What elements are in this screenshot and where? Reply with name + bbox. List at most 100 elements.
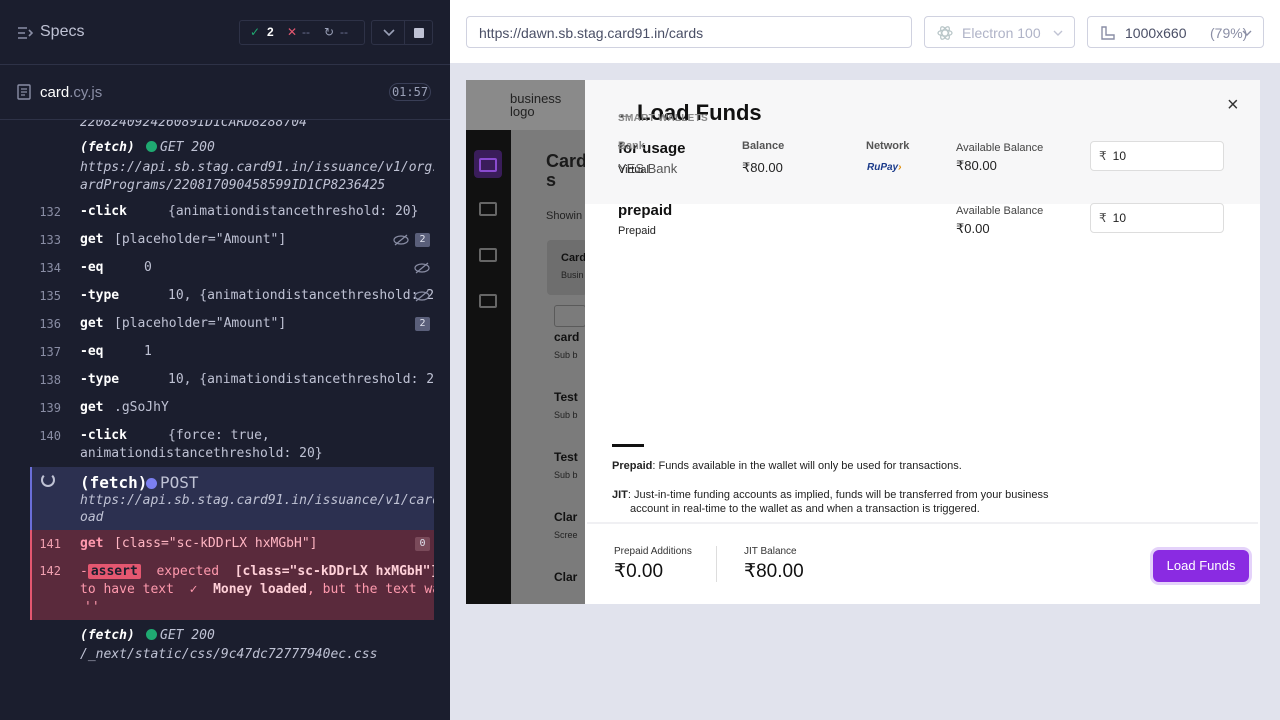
app-main-bg: Card s Showin Card Busin card Sub b Test Sub…	[511, 130, 587, 604]
command-row-138[interactable]: 138 -type 10, {animationdistancethreshold:…	[30, 372, 434, 396]
element-count-badge: 2	[415, 317, 430, 331]
browser-selector[interactable]: Electron 100	[924, 16, 1075, 48]
note-jit-text-2: account in real-time to the wallet as an…	[630, 503, 980, 515]
close-icon[interactable]: ×	[1227, 94, 1239, 117]
footer-divider	[716, 546, 717, 582]
command-row-141[interactable]: 141 get [class="sc-kDDrLX hxMGbH"] 0	[30, 530, 434, 558]
command-number: 142	[39, 564, 61, 578]
command-message: [placeholder="Amount"]	[114, 232, 287, 247]
fetch-method: POST	[160, 473, 199, 492]
stats-bar: ✓ 2 ✕ -- ↻ --	[239, 20, 365, 45]
drawer-header: ← Load Funds × SMART WALLETS for usage B…	[585, 80, 1260, 204]
specs-list-icon[interactable]	[17, 25, 33, 41]
assert-line-3: ''	[84, 600, 100, 615]
command-log[interactable]: 220824092426089ID1CARD8288704 (fetch) GE…	[30, 120, 434, 668]
command-message: [placeholder="Amount"]	[114, 316, 287, 331]
notes-divider	[612, 444, 644, 447]
wallet-name: prepaid	[618, 202, 673, 219]
assert-text-a: to have text	[80, 582, 174, 597]
rupee-icon: ₹	[1099, 149, 1107, 163]
options-dropdown-button[interactable]	[371, 20, 405, 45]
wallet-icon[interactable]	[479, 202, 497, 216]
command-row-142[interactable]: 142 - assert expected [class="sc-kDDrLX h…	[30, 558, 434, 618]
load-funds-button[interactable]: Load Funds	[1153, 550, 1249, 582]
command-name: -click	[80, 204, 127, 219]
amount-value: 10	[1112, 149, 1126, 163]
command-message: 10, {animationdistancethreshold: 20}	[168, 288, 434, 303]
command-row-136[interactable]: 136 get [placeholder="Amount"] 2	[30, 316, 434, 340]
specs-title[interactable]: Specs	[40, 23, 84, 41]
fetch-label: (fetch)	[80, 628, 135, 643]
chevron-down-icon	[383, 29, 395, 37]
electron-icon	[937, 26, 953, 40]
command-row-135[interactable]: 135 -type 10, {animationdistancethreshold:…	[30, 288, 434, 312]
fetch-method: GET 200	[160, 140, 215, 155]
fetch-status: POST	[146, 473, 199, 492]
command-number: 132	[39, 205, 61, 219]
viewport-selector[interactable]: 1000x660 (79%)	[1087, 16, 1264, 48]
assert-expected: expected	[156, 564, 220, 579]
pending-spinner-icon: ↻	[324, 25, 335, 39]
wallet-type: Virtual	[618, 164, 649, 176]
note-jit: JIT: Just-in-time funding accounts as im…	[612, 488, 1049, 516]
fetch-status: GET 200	[146, 628, 215, 643]
bg-list-item-sub: Sub b	[554, 410, 578, 420]
fetch-url-2: ardPrograms/220817090458599ID1CP8236425	[80, 178, 386, 193]
spec-file-name: card.cy.js	[40, 84, 102, 101]
rupay-arrow-icon: ›	[898, 162, 902, 173]
jit-balance-value: ₹80.00	[744, 561, 804, 582]
command-row-139[interactable]: 139 get .gSoJhY	[30, 400, 434, 424]
command-number: 139	[39, 401, 61, 415]
assert-value: Money loaded	[213, 582, 307, 597]
fetch-row[interactable]: (fetch) GET 200 /_next/static/css/9c47dc…	[30, 626, 434, 666]
failed-commands[interactable]: 141 get [class="sc-kDDrLX hxMGbH"] 0 142…	[30, 530, 434, 620]
fetch-url-1: https://api.sb.stag.card91.in/issuance/v…	[80, 493, 434, 508]
briefcase-icon[interactable]	[479, 294, 497, 308]
assert-line-2: to have text ✓ Money loaded, but the tex…	[80, 582, 434, 597]
fetch-url: /_next/static/css/9c47dc72777940ec.css	[80, 647, 378, 662]
command-row-132[interactable]: 132 -click {animationdistancethreshold: 20…	[30, 204, 434, 228]
balance-value: ₹80.00	[742, 160, 783, 175]
app-sidebar	[466, 130, 511, 604]
pending-fetch-row[interactable]: (fetch) POST https://api.sb.stag.card91.…	[30, 467, 434, 530]
command-row-137[interactable]: 137 -eq 1	[30, 344, 434, 368]
spec-file-row[interactable]: card.cy.js 01:57	[0, 65, 450, 120]
aut-toolbar: https://dawn.sb.stag.card91.in/cards Ele…	[450, 0, 1280, 64]
info-card-title: Card	[561, 252, 587, 264]
command-message: 10, {animationdistancethreshold: 20}	[168, 372, 434, 387]
chevron-down-icon	[1053, 30, 1063, 36]
fetch-row[interactable]: (fetch) GET 200 https://api.sb.stag.card…	[30, 140, 434, 196]
command-row-134[interactable]: 134 -eq 0	[30, 260, 434, 284]
bg-list-item-sub: Sub b	[554, 470, 578, 480]
prepaid-additions-label: Prepaid Additions	[614, 546, 692, 557]
amount-input[interactable]: ₹10	[1090, 141, 1224, 171]
drawer-footer: Prepaid Additions ₹0.00 JIT Balance ₹80.…	[587, 522, 1258, 604]
eye-hidden-icon	[414, 290, 430, 302]
bg-list-item-sub: Scree	[554, 530, 578, 540]
assert-dash: -	[80, 564, 88, 579]
money-icon[interactable]	[479, 248, 497, 262]
command-number: 136	[39, 317, 61, 331]
search-field[interactable]	[554, 305, 586, 327]
command-message: {animationdistancethreshold: 20}	[168, 204, 419, 219]
command-number: 141	[39, 537, 61, 551]
status-dot-icon	[146, 478, 157, 489]
amount-input[interactable]: ₹10	[1090, 203, 1224, 233]
command-row-140[interactable]: 140 -click {force: true, animationdistancet…	[30, 428, 434, 464]
command-number: 135	[39, 289, 61, 303]
fetch-label: (fetch)	[80, 473, 148, 492]
command-row-133[interactable]: 133 get [placeholder="Amount"] 2	[30, 232, 434, 256]
command-message: 0	[144, 260, 152, 275]
wallet-type: Prepaid	[618, 225, 656, 237]
stop-button[interactable]	[404, 20, 433, 45]
reporter-header: Specs ✓ 2 ✕ -- ↻ --	[0, 0, 450, 65]
fetch-url-2: oad	[80, 510, 104, 525]
app-topbar: business logo	[466, 80, 586, 130]
network-value: RuPay	[867, 162, 899, 173]
note-jit-text-1: : Just-in-time funding accounts as impli…	[627, 489, 1049, 501]
command-name: get	[80, 316, 104, 331]
viewport-size: 1000x660	[1125, 25, 1187, 41]
aut-url-bar[interactable]: https://dawn.sb.stag.card91.in/cards	[466, 16, 912, 48]
page-title-line-2: s	[546, 170, 557, 190]
cards-icon[interactable]	[479, 158, 497, 172]
